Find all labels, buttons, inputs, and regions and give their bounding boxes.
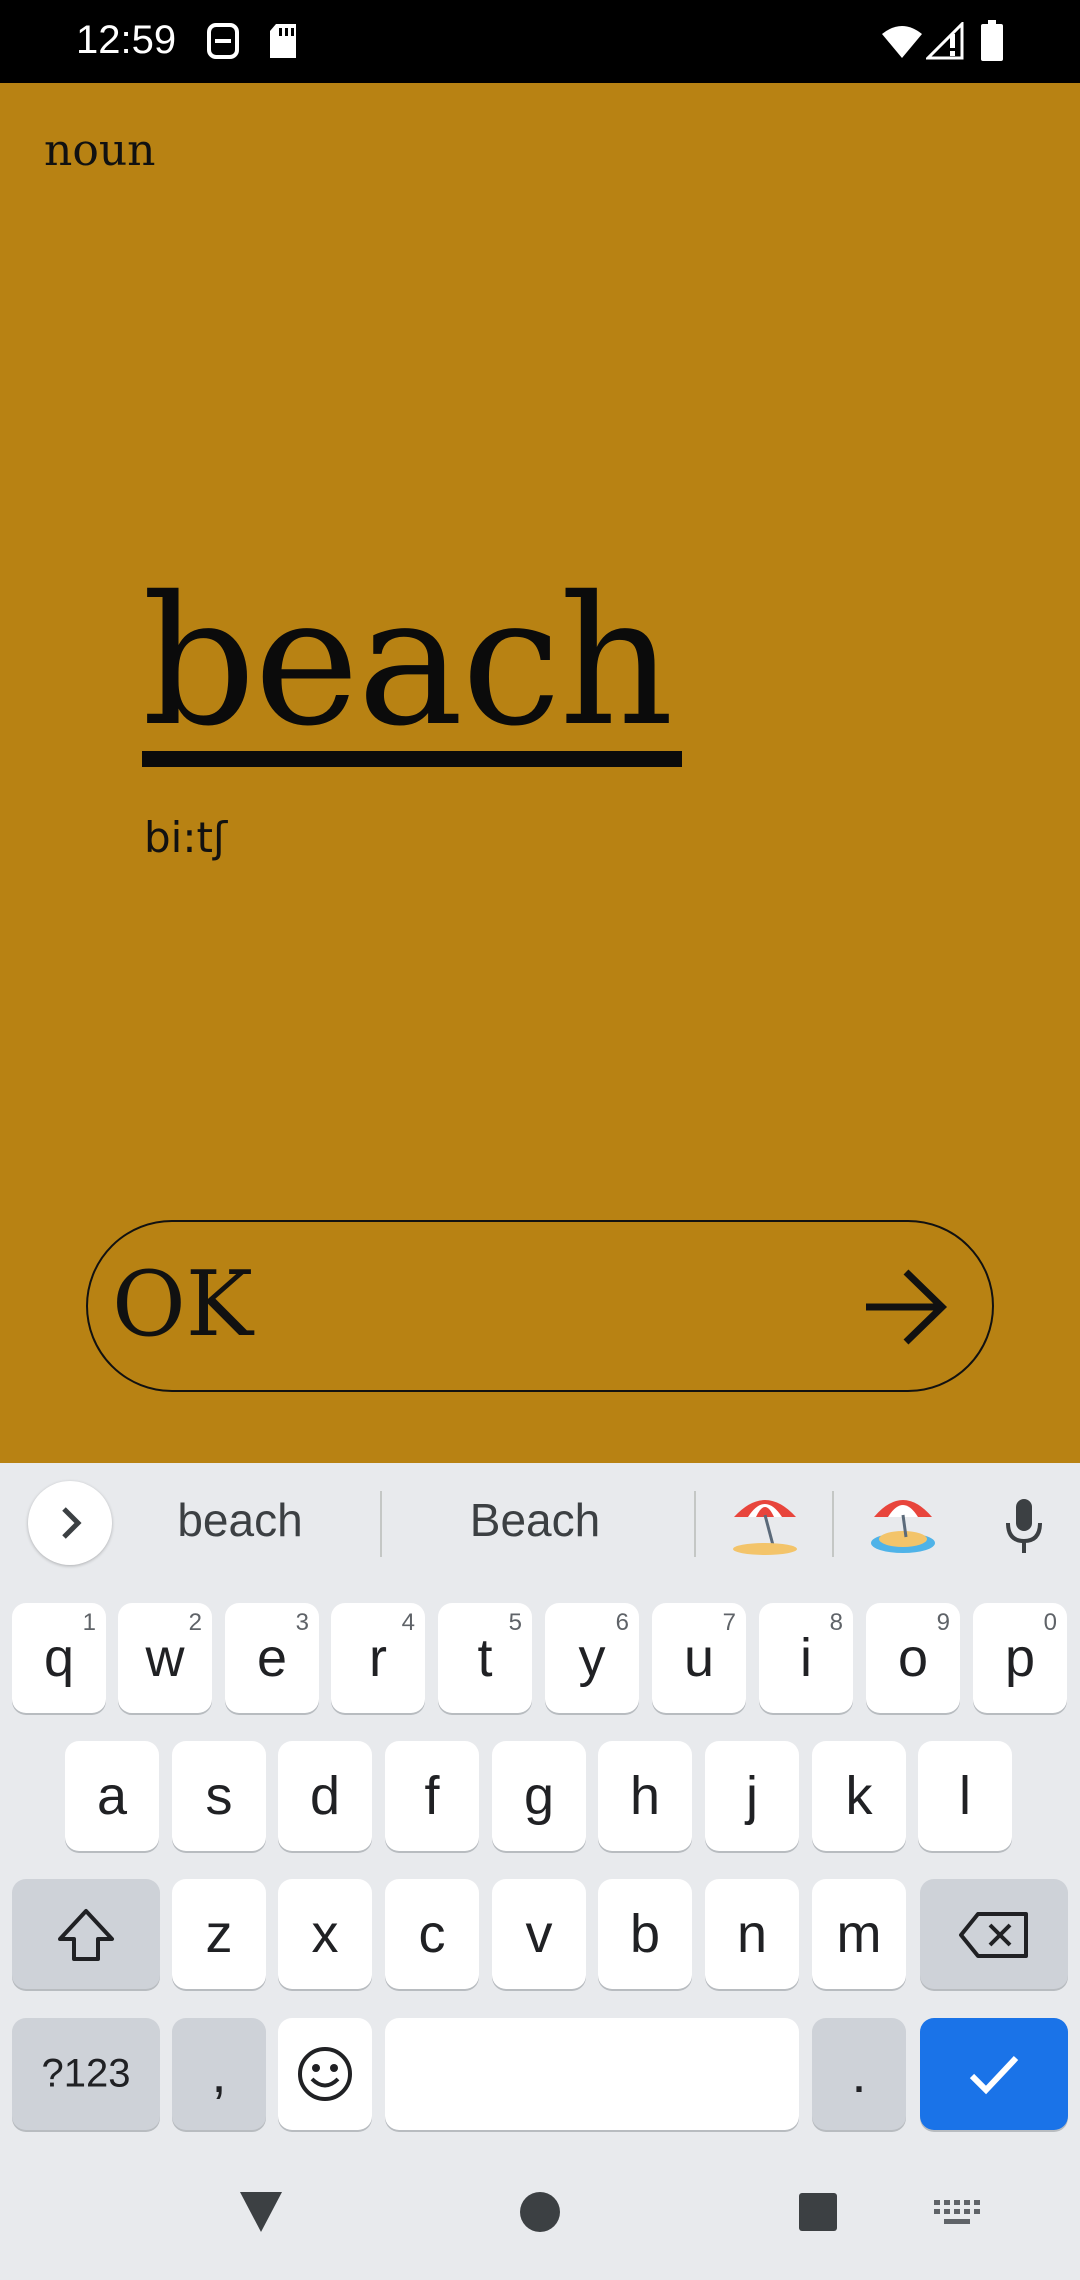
key-label: x (311, 1904, 339, 1964)
keyboard-switch-icon[interactable] (934, 2200, 980, 2230)
suggestion-divider (832, 1491, 834, 1557)
key-label: j (746, 1766, 758, 1826)
back-icon[interactable] (236, 2188, 286, 2234)
backspace-icon (959, 1912, 1028, 1958)
beach-umbrella-emoji[interactable] (730, 1487, 800, 1557)
enter-key[interactable] (920, 2018, 1068, 2130)
wifi-icon (882, 26, 922, 58)
key-hint: 9 (936, 1609, 950, 1636)
key-label: d (309, 1766, 341, 1826)
suggestion-divider (694, 1491, 696, 1557)
expand-toolbar-button[interactable] (28, 1481, 112, 1565)
key-u[interactable]: u7 (652, 1603, 746, 1713)
key-label: ?123 (41, 2051, 131, 2096)
key-label: k (845, 1766, 873, 1826)
key-label: . (851, 2044, 867, 2104)
key-label: f (424, 1766, 440, 1826)
key-label: l (959, 1766, 971, 1826)
checkmark-icon (969, 2055, 1019, 2095)
key-label: g (523, 1766, 555, 1826)
key-label: h (629, 1766, 661, 1826)
key-z[interactable]: z (172, 1879, 266, 1989)
key-d[interactable]: d (278, 1741, 372, 1851)
battery-icon (981, 20, 1003, 61)
key-label: n (736, 1904, 768, 1964)
space-key[interactable] (385, 2018, 799, 2130)
key-j[interactable]: j (705, 1741, 799, 1851)
key-h[interactable]: h (598, 1741, 692, 1851)
key-hint: 8 (829, 1609, 843, 1636)
phonetic-transcription: bi:tʃ (144, 813, 228, 862)
arrow-right-icon[interactable] (860, 1262, 950, 1352)
key-l[interactable]: l (918, 1741, 1012, 1851)
key-label: , (211, 2044, 227, 2104)
key-q[interactable]: q1 (12, 1603, 106, 1713)
key-k[interactable]: k (812, 1741, 906, 1851)
key-label: v (525, 1904, 553, 1964)
answer-input-value[interactable]: OK (112, 1260, 253, 1350)
desert-island-emoji[interactable] (868, 1487, 938, 1557)
suggestion-strip: beach Beach (0, 1463, 1080, 1583)
key-s[interactable]: s (172, 1741, 266, 1851)
key-t[interactable]: t5 (438, 1603, 532, 1713)
key-label: c (418, 1904, 446, 1964)
key-c[interactable]: c (385, 1879, 479, 1989)
screenshot-icon (207, 23, 239, 59)
status-time: 12:59 (76, 18, 177, 62)
status-bar: 12:59 (0, 0, 1080, 83)
chevron-right-icon (62, 1507, 82, 1539)
symbols-key[interactable]: ?123 (12, 2018, 160, 2130)
key-n[interactable]: n (705, 1879, 799, 1989)
vocabulary-word: beach (142, 558, 674, 765)
key-hint: 2 (188, 1609, 202, 1636)
recents-icon[interactable] (798, 2192, 838, 2232)
key-o[interactable]: o9 (866, 1603, 960, 1713)
key-m[interactable]: m (812, 1879, 906, 1989)
suggestion-1[interactable]: beach (150, 1493, 330, 1547)
suggestion-divider (380, 1491, 382, 1557)
key-hint: 6 (615, 1609, 629, 1636)
key-hint: 3 (295, 1609, 309, 1636)
key-y[interactable]: y6 (545, 1603, 639, 1713)
home-icon[interactable] (518, 2190, 562, 2234)
key-g[interactable]: g (492, 1741, 586, 1851)
flashcard-screen: noun beach bi:tʃ OK (0, 83, 1080, 1463)
key-label: b (629, 1904, 661, 1964)
key-e[interactable]: e3 (225, 1603, 319, 1713)
signal-icon (926, 22, 964, 60)
key-hint: 5 (508, 1609, 522, 1636)
microphone-icon[interactable] (1000, 1497, 1048, 1557)
key-a[interactable]: a (65, 1741, 159, 1851)
key-f[interactable]: f (385, 1741, 479, 1851)
shift-key[interactable] (12, 1879, 160, 1989)
key-r[interactable]: r4 (331, 1603, 425, 1713)
key-w[interactable]: w2 (118, 1603, 212, 1713)
key-v[interactable]: v (492, 1879, 586, 1989)
key-hint: 7 (722, 1609, 736, 1636)
navigation-bar (0, 2150, 1080, 2280)
key-hint: 1 (82, 1609, 96, 1636)
smiley-icon (298, 2047, 352, 2101)
comma-key[interactable]: , (172, 2018, 266, 2130)
key-i[interactable]: i8 (759, 1603, 853, 1713)
part-of-speech-label: noun (44, 125, 156, 176)
suggestion-2[interactable]: Beach (430, 1493, 640, 1547)
key-p[interactable]: p0 (973, 1603, 1067, 1713)
sd-card-icon (270, 24, 296, 58)
key-label: z (205, 1904, 233, 1964)
word-underline (142, 751, 682, 767)
key-label: a (96, 1766, 128, 1826)
backspace-key[interactable] (920, 1879, 1068, 1989)
key-label: m (836, 1904, 882, 1964)
key-hint: 0 (1043, 1609, 1057, 1636)
emoji-key[interactable] (278, 2018, 372, 2130)
key-label: s (205, 1766, 233, 1826)
shift-icon (58, 1909, 114, 1961)
period-key[interactable]: . (812, 2018, 906, 2130)
key-hint: 4 (401, 1609, 415, 1636)
key-x[interactable]: x (278, 1879, 372, 1989)
answer-input[interactable]: OK (86, 1220, 994, 1392)
key-b[interactable]: b (598, 1879, 692, 1989)
